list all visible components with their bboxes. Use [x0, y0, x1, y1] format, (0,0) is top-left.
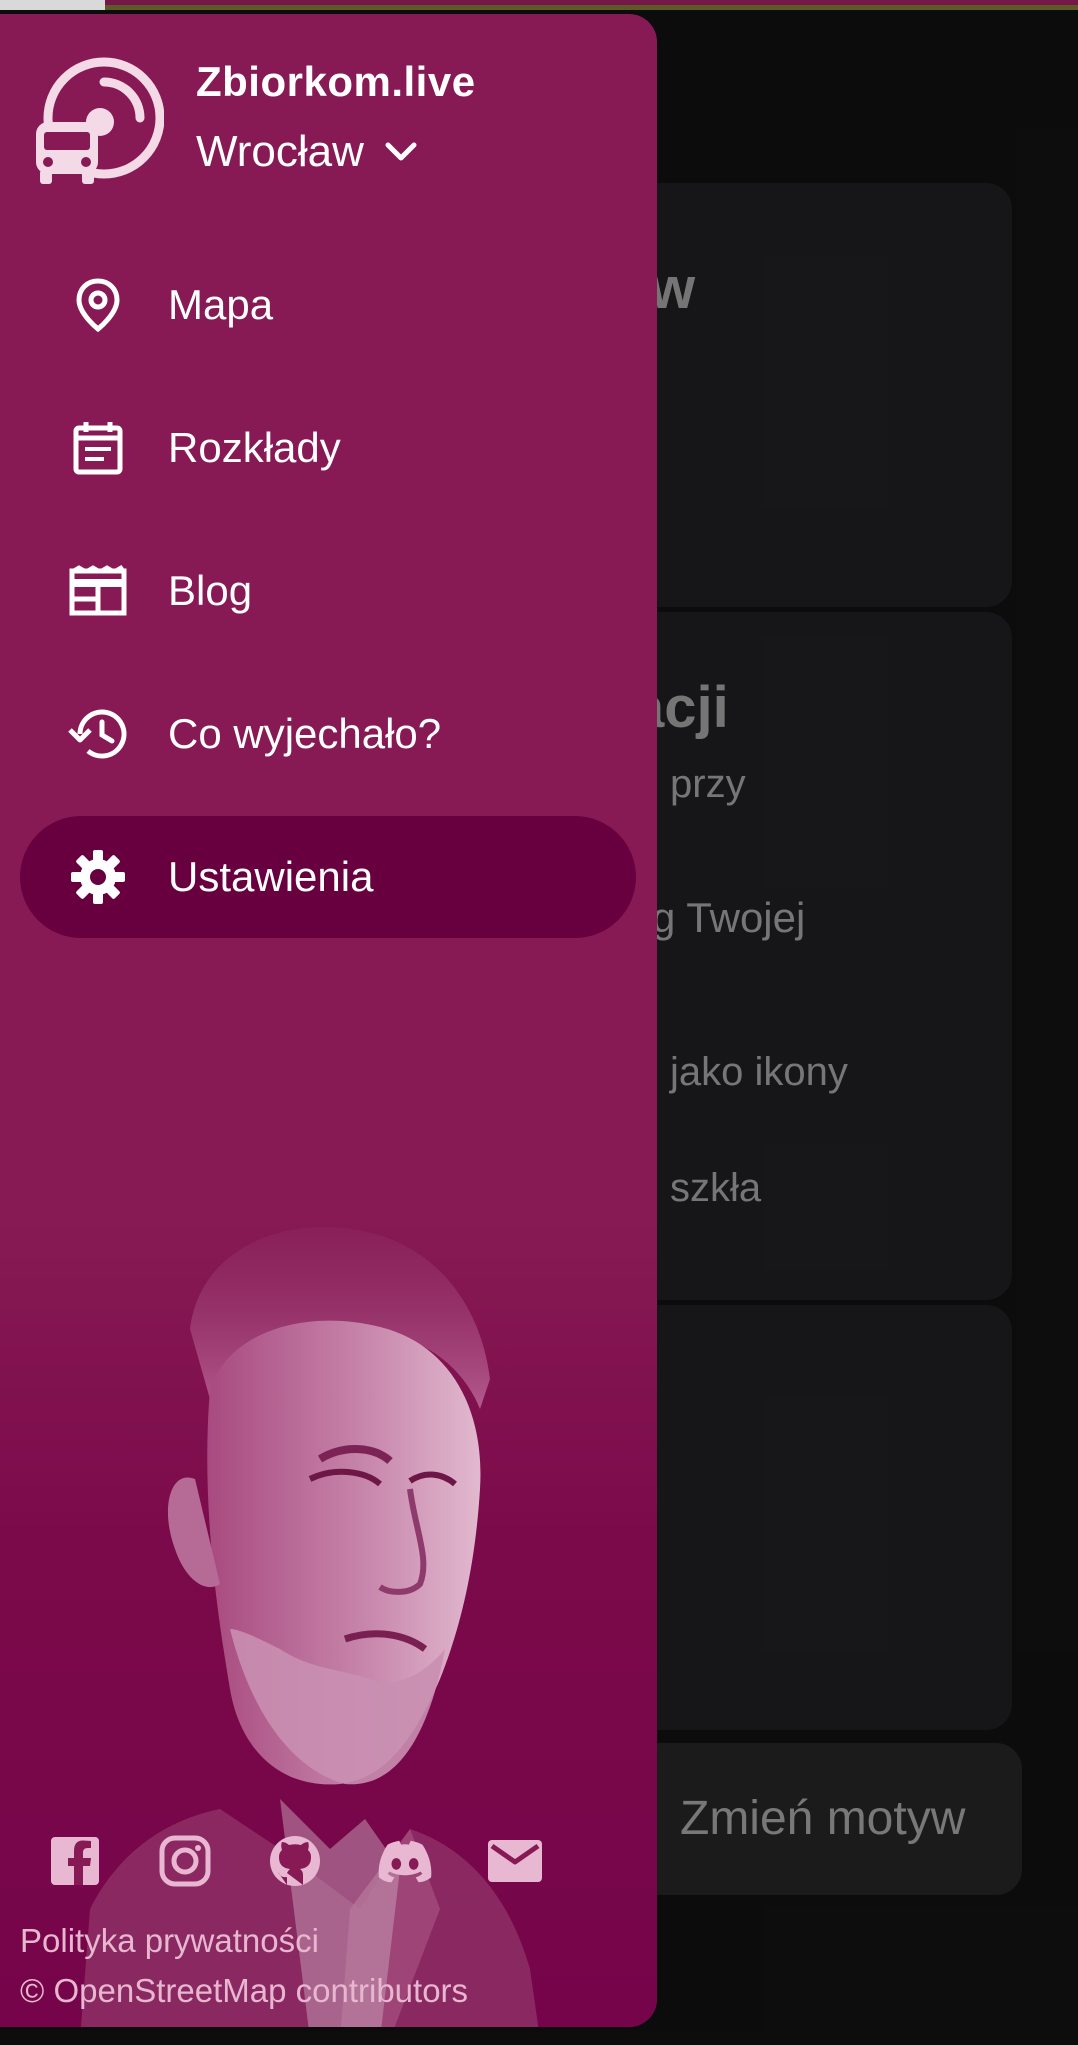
nav-item-label: Co wyjechało? [168, 710, 442, 757]
discord-icon[interactable] [376, 1832, 434, 1890]
osm-credit: © OpenStreetMap contributors [20, 1972, 469, 2009]
instagram-icon[interactable] [156, 1832, 214, 1890]
gear-icon [68, 847, 128, 907]
navigation-drawer: Zbiorkom.live Wrocław Mapa Rozkłady Blog… [0, 14, 657, 2027]
facebook-icon[interactable] [46, 1832, 104, 1890]
app-logo-icon [36, 57, 164, 184]
newspaper-icon [68, 561, 128, 621]
nav-item-settings[interactable]: Ustawienia [20, 816, 636, 938]
drawer-nav: Mapa Rozkłady Blog Co wyjechało? Ustawie… [20, 244, 636, 959]
nav-item-blog[interactable]: Blog [20, 530, 636, 652]
nav-item-timetables[interactable]: Rozkłady [20, 387, 636, 509]
nav-item-label: Rozkłady [168, 424, 341, 471]
city-selector-label: Wrocław [196, 127, 364, 176]
nav-item-map[interactable]: Mapa [20, 244, 636, 366]
nav-item-departed[interactable]: Co wyjechało? [20, 673, 636, 795]
mail-icon[interactable] [486, 1832, 544, 1890]
social-links [46, 1832, 544, 1890]
map-pin-icon [68, 275, 128, 335]
chevron-down-icon [385, 142, 417, 161]
nav-item-label: Mapa [168, 281, 274, 328]
github-icon[interactable] [266, 1832, 324, 1890]
app-title: Zbiorkom.live [196, 58, 476, 105]
nav-item-label: Ustawienia [168, 853, 374, 900]
portrait-illustration [80, 1227, 539, 2027]
history-icon [68, 704, 128, 764]
privacy-policy-link[interactable]: Polityka prywatności [20, 1922, 319, 1960]
nav-item-label: Blog [168, 567, 253, 614]
calendar-icon [68, 418, 128, 478]
city-selector[interactable]: Wrocław [196, 122, 418, 182]
